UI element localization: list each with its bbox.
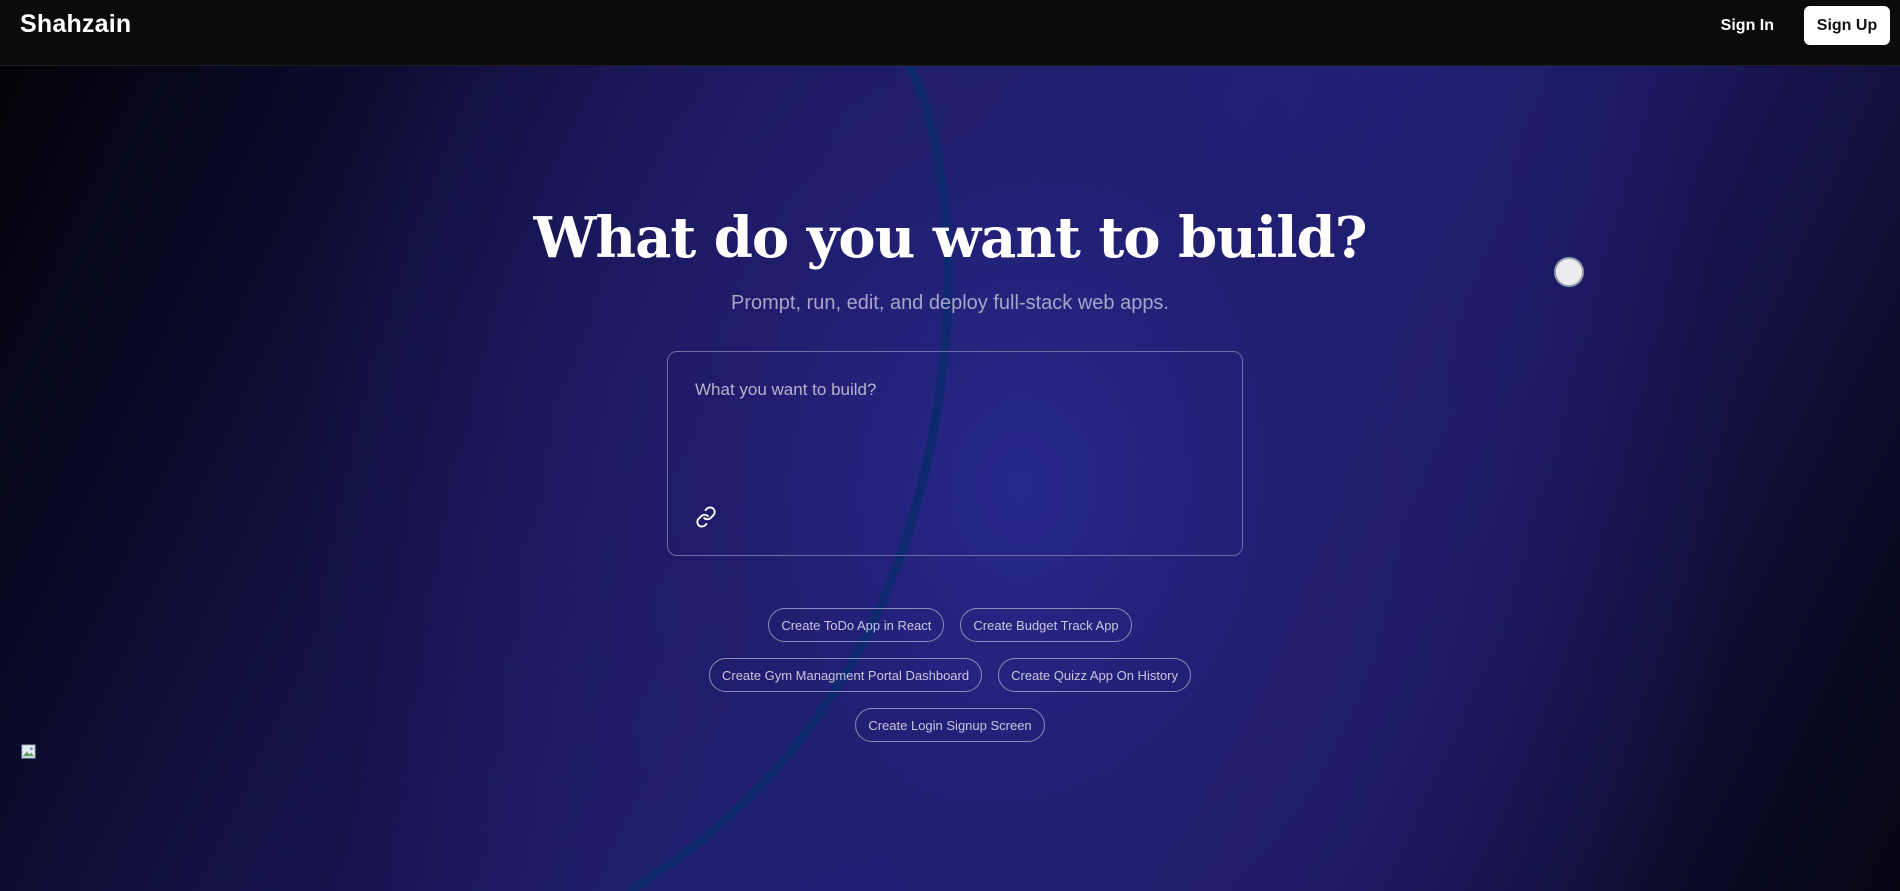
top-nav: Shahzain Sign In Sign Up [0, 0, 1900, 66]
suggestion-chip[interactable]: Create Budget Track App [960, 608, 1132, 642]
hero-section: What do you want to build? Prompt, run, … [0, 66, 1900, 891]
suggestion-chip[interactable]: Create Gym Managment Portal Dashboard [708, 658, 983, 692]
prompt-box [667, 351, 1243, 556]
suggestion-chip[interactable]: Create ToDo App in React [768, 608, 945, 642]
floating-dot[interactable] [1554, 257, 1584, 287]
prompt-input[interactable] [695, 380, 1215, 500]
suggestion-chip[interactable]: Create Quizz App On History [998, 658, 1192, 692]
brand-logo[interactable]: Shahzain [20, 10, 131, 39]
suggestion-row: Create ToDo App in React Create Budget T… [768, 608, 1132, 642]
suggestion-row: Create Gym Managment Portal Dashboard Cr… [708, 658, 1192, 692]
suggestion-chips: Create ToDo App in React Create Budget T… [0, 608, 1900, 742]
sign-in-button[interactable]: Sign In [1721, 17, 1774, 35]
page-title: What do you want to build? [533, 205, 1367, 271]
suggestion-row: Create Login Signup Screen [855, 708, 1045, 742]
suggestion-chip[interactable]: Create Login Signup Screen [855, 708, 1045, 742]
link-icon[interactable] [694, 506, 718, 530]
page-subtitle: Prompt, run, edit, and deploy full-stack… [730, 292, 1169, 314]
sign-up-button[interactable]: Sign Up [1804, 6, 1890, 45]
auth-actions: Sign In Sign Up [1721, 6, 1890, 45]
broken-image-icon [21, 744, 36, 759]
page: Shahzain Sign In Sign Up What do you wan… [0, 0, 1900, 891]
